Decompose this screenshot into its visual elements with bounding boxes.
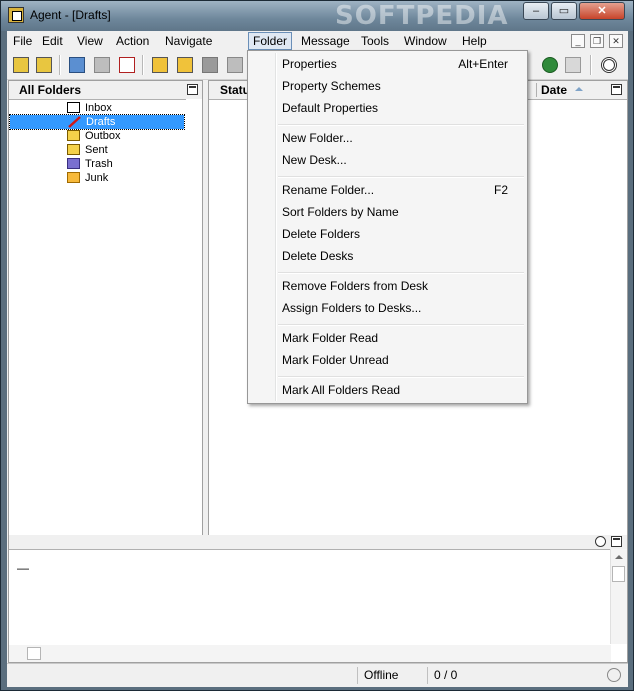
folders-vertical-scrollbar[interactable] xyxy=(186,99,202,553)
menu-file[interactable]: File xyxy=(9,32,36,50)
download-icon[interactable] xyxy=(225,55,245,75)
preview-pane: — xyxy=(8,535,628,663)
menu-help[interactable]: Help xyxy=(458,32,491,50)
preview-target-icon[interactable] xyxy=(595,536,606,547)
agent-app-icon[interactable] xyxy=(8,7,24,23)
folder-label: Sent xyxy=(85,144,108,156)
menu-item-delete-desks[interactable]: Delete Desks xyxy=(251,246,524,266)
menu-item-remove-folders-from-desk[interactable]: Remove Folders from Desk xyxy=(251,276,524,296)
folder-outbox[interactable]: Outbox xyxy=(67,129,187,143)
status-connection: Offline xyxy=(357,667,427,684)
menu-item-assign-folders-to-desks[interactable]: Assign Folders to Desks... xyxy=(251,298,524,318)
mark-read-check-icon[interactable] xyxy=(117,55,137,75)
menu-item-properties[interactable]: Properties Alt+Enter xyxy=(251,54,524,74)
inbox-envelope-icon xyxy=(67,102,80,113)
menu-window[interactable]: Window xyxy=(400,32,451,50)
menu-tools[interactable]: Tools xyxy=(357,32,393,50)
folder-label: Inbox xyxy=(85,102,112,114)
column-date[interactable]: Date xyxy=(541,81,567,99)
preview-header xyxy=(9,535,627,550)
sent-icon xyxy=(67,144,80,155)
message-list-minimize-icon[interactable] xyxy=(611,84,622,95)
mdi-restore-icon[interactable]: ❐ xyxy=(590,34,604,48)
preview-scroll-up-icon[interactable] xyxy=(615,555,623,559)
menu-navigate[interactable]: Navigate xyxy=(161,32,216,50)
menu-folder[interactable]: Folder xyxy=(248,32,293,50)
preview-horizontal-scrollbar[interactable] xyxy=(9,645,611,662)
preview-hscroll-thumb[interactable] xyxy=(27,647,41,660)
folders-pane-header: All Folders xyxy=(9,81,202,100)
menu-item-default-properties[interactable]: Default Properties xyxy=(251,98,524,118)
folder-label: Outbox xyxy=(85,130,121,142)
folder-label: Junk xyxy=(85,172,109,184)
menu-item-property-schemes[interactable]: Property Schemes xyxy=(251,76,524,96)
folder-label: Trash xyxy=(85,158,113,170)
sort-ascending-icon xyxy=(575,87,583,91)
tree-icon[interactable] xyxy=(540,55,560,75)
softpedia-watermark: SOFTPEDIA xyxy=(335,1,509,31)
folder-trash[interactable]: Trash xyxy=(67,157,187,171)
folder-menu-dropdown: Properties Alt+Enter Property Schemes Def… xyxy=(247,50,528,404)
check-mail-icon[interactable] xyxy=(34,55,54,75)
expand-arrows-icon[interactable] xyxy=(563,55,583,75)
folders-pane-minimize-icon[interactable] xyxy=(187,84,198,95)
window-title: Agent - [Drafts] xyxy=(30,8,111,22)
mdi-close-icon[interactable]: ✕ xyxy=(609,34,623,48)
menu-item-new-desk[interactable]: New Desk... xyxy=(251,150,524,170)
trash-icon xyxy=(67,158,80,169)
folder-inbox[interactable]: Inbox xyxy=(67,101,187,115)
folder-sent[interactable]: Sent xyxy=(67,143,187,157)
menu-item-new-folder[interactable]: New Folder... xyxy=(251,128,524,148)
menu-view[interactable]: View xyxy=(73,32,107,50)
menu-item-mark-folder-read[interactable]: Mark Folder Read xyxy=(251,328,524,348)
title-bar[interactable]: Agent - [Drafts] SOFTPEDIA – ▭ ✕ xyxy=(1,1,633,31)
filter-icon[interactable] xyxy=(67,55,87,75)
status-bar: Offline 0 / 0 xyxy=(7,663,628,687)
outbox-icon xyxy=(67,130,80,141)
app-window: Agent - [Drafts] SOFTPEDIA – ▭ ✕ File Ed… xyxy=(0,0,634,691)
menu-item-delete-folders[interactable]: Delete Folders xyxy=(251,224,524,244)
maximize-icon[interactable]: ▭ xyxy=(551,2,577,20)
next-arrow-icon[interactable] xyxy=(200,55,220,75)
forward-icon[interactable] xyxy=(150,55,170,75)
mdi-minimize-icon[interactable]: _ xyxy=(571,34,585,48)
preview-scroll-thumb[interactable] xyxy=(612,566,625,582)
folder-drafts[interactable]: Drafts xyxy=(9,114,185,130)
junk-folder-icon xyxy=(67,172,80,183)
folders-pane-title: All Folders xyxy=(19,83,82,97)
get-messages-icon[interactable] xyxy=(11,55,31,75)
menu-message[interactable]: Message xyxy=(297,32,354,50)
preview-minimize-icon[interactable] xyxy=(611,536,622,547)
menu-item-rename-folder[interactable]: Rename Folder... F2 xyxy=(251,180,524,200)
folder-junk[interactable]: Junk xyxy=(67,171,187,185)
menu-item-mark-all-folders-read[interactable]: Mark All Folders Read xyxy=(251,380,524,400)
preview-text: — xyxy=(17,561,29,575)
menu-action[interactable]: Action xyxy=(112,32,153,50)
drafts-pencil-icon xyxy=(68,116,81,128)
send-envelope-icon[interactable] xyxy=(175,55,195,75)
menu-item-mark-folder-unread[interactable]: Mark Folder Unread xyxy=(251,350,524,370)
menu-item-sort-folders[interactable]: Sort Folders by Name xyxy=(251,202,524,222)
target-icon[interactable] xyxy=(599,55,619,75)
folders-pane: All Folders Inbox Drafts Outbox Sent Tra… xyxy=(8,80,203,554)
status-counts: 0 / 0 xyxy=(427,667,603,684)
preview-vertical-scrollbar[interactable] xyxy=(610,549,627,644)
hide-read-icon[interactable] xyxy=(92,55,112,75)
menu-bar: File Edit View Action Navigate Folder Me… xyxy=(7,31,628,51)
menu-edit[interactable]: Edit xyxy=(38,32,67,50)
folder-label: Drafts xyxy=(86,116,116,128)
close-icon[interactable]: ✕ xyxy=(579,2,625,20)
status-activity-icon[interactable] xyxy=(607,668,621,682)
minimize-icon[interactable]: – xyxy=(523,2,549,20)
